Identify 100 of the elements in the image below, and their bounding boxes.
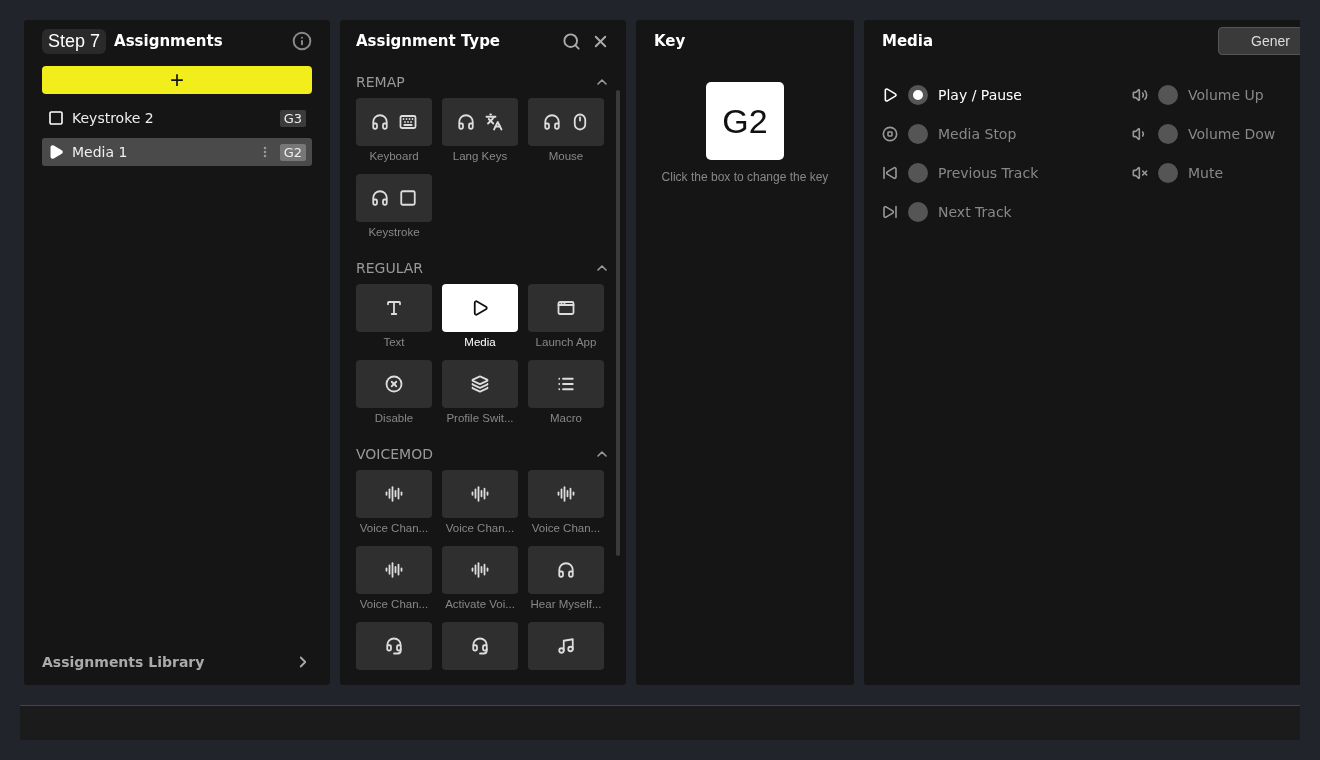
library-link[interactable]: Assignments Library bbox=[42, 654, 205, 671]
text-icon bbox=[385, 299, 403, 317]
type-tile[interactable] bbox=[442, 98, 518, 146]
option-label: Volume Dow bbox=[1188, 126, 1276, 142]
keyboard-icon bbox=[399, 113, 417, 131]
type-tile[interactable] bbox=[356, 470, 432, 518]
headphones-icon bbox=[371, 113, 389, 131]
type-tile[interactable] bbox=[442, 360, 518, 408]
section-title: REGULAR bbox=[356, 260, 424, 276]
square-icon bbox=[399, 189, 417, 207]
type-tile[interactable] bbox=[356, 98, 432, 146]
audio-lines-icon bbox=[471, 561, 489, 579]
panel-title: Assignment Type bbox=[356, 32, 501, 50]
type-tile[interactable] bbox=[442, 284, 518, 332]
step-badge: Step 7 bbox=[42, 28, 107, 54]
translate-icon bbox=[485, 113, 503, 131]
info-icon bbox=[292, 31, 312, 51]
type-tile[interactable] bbox=[356, 360, 432, 408]
tile-label: Profile Swit... bbox=[446, 412, 514, 426]
headphones-icon bbox=[543, 113, 561, 131]
assignment-label: Keystroke 2 bbox=[72, 110, 155, 126]
volume-up-icon bbox=[1132, 87, 1148, 103]
tile-label: Activate Voi... bbox=[445, 598, 515, 612]
key-box[interactable]: G2 bbox=[706, 82, 784, 160]
square-icon bbox=[48, 110, 64, 126]
panel-title: Key bbox=[654, 32, 686, 50]
key-tag: G3 bbox=[279, 109, 306, 127]
type-tile[interactable] bbox=[442, 470, 518, 518]
radio-button[interactable] bbox=[908, 163, 928, 183]
tile-label: Mouse bbox=[548, 150, 584, 164]
tile-label: Keystroke bbox=[368, 226, 420, 240]
audio-lines-icon bbox=[557, 485, 575, 503]
type-tile[interactable] bbox=[442, 546, 518, 594]
type-tile[interactable] bbox=[528, 622, 604, 670]
type-tile[interactable] bbox=[528, 360, 604, 408]
music-icon bbox=[557, 637, 575, 655]
add-button[interactable]: + bbox=[42, 66, 312, 94]
tile-label: Voice Chan... bbox=[531, 522, 601, 536]
headset-icon bbox=[471, 637, 489, 655]
audio-lines-icon bbox=[471, 485, 489, 503]
search-icon bbox=[562, 31, 581, 51]
headset-icon bbox=[385, 637, 403, 655]
option-label: Previous Track bbox=[938, 165, 1039, 181]
radio-button[interactable] bbox=[1158, 163, 1178, 183]
section-title: VOICEMOD bbox=[356, 446, 433, 462]
headphones-icon bbox=[557, 561, 575, 579]
audio-lines-icon bbox=[385, 561, 403, 579]
type-tile[interactable] bbox=[528, 284, 604, 332]
play-icon bbox=[471, 299, 489, 317]
previous-track-icon bbox=[882, 165, 898, 181]
assignment-item[interactable]: Media 1 G2 bbox=[42, 138, 312, 166]
stop-icon bbox=[882, 126, 898, 142]
play-icon bbox=[882, 87, 898, 103]
option-label: Volume Up bbox=[1188, 87, 1264, 103]
tile-label: Voice Chan... bbox=[445, 522, 515, 536]
type-tile[interactable] bbox=[528, 98, 604, 146]
tile-label: Keyboard bbox=[369, 150, 419, 164]
play-icon bbox=[48, 144, 64, 160]
radio-button[interactable] bbox=[908, 85, 928, 105]
type-tile[interactable] bbox=[356, 546, 432, 594]
key-hint: Click the box to change the key bbox=[661, 170, 829, 184]
tile-label: Macro bbox=[550, 412, 582, 426]
headphones-icon bbox=[457, 113, 475, 131]
type-tile[interactable] bbox=[356, 174, 432, 222]
type-tile[interactable] bbox=[356, 622, 432, 670]
mouse-icon bbox=[571, 113, 589, 131]
type-tile[interactable] bbox=[442, 622, 518, 670]
section-title: REMAP bbox=[356, 74, 405, 90]
tile-label: Text bbox=[383, 336, 405, 350]
option-label: Mute bbox=[1188, 165, 1224, 181]
tile-label: Launch App bbox=[535, 336, 597, 350]
tile-label: Media bbox=[464, 336, 496, 350]
option-label: Media Stop bbox=[938, 126, 1017, 142]
generic-button[interactable]: Gener bbox=[1218, 27, 1300, 55]
radio-button[interactable] bbox=[1158, 85, 1178, 105]
type-tile[interactable] bbox=[528, 470, 604, 518]
radio-button[interactable] bbox=[908, 124, 928, 144]
radio-button[interactable] bbox=[908, 202, 928, 222]
option-label: Next Track bbox=[938, 204, 1012, 220]
tile-label: Disable bbox=[374, 412, 414, 426]
disable-icon bbox=[385, 375, 403, 393]
type-tile[interactable] bbox=[356, 284, 432, 332]
tile-label: Voice Chan... bbox=[359, 522, 429, 536]
assignment-label: Media 1 bbox=[72, 144, 129, 160]
type-tile[interactable] bbox=[528, 546, 604, 594]
key-tag: G2 bbox=[279, 143, 306, 161]
next-track-icon bbox=[882, 204, 898, 220]
app-window-icon bbox=[557, 299, 575, 317]
panel-title: Media bbox=[882, 32, 934, 50]
mute-icon bbox=[1132, 165, 1148, 181]
audio-lines-icon bbox=[385, 485, 403, 503]
option-label: Play / Pause bbox=[938, 87, 1022, 103]
assignment-item[interactable]: Keystroke 2 G3 bbox=[42, 104, 312, 132]
radio-button[interactable] bbox=[1158, 124, 1178, 144]
headphones-icon bbox=[371, 189, 389, 207]
tile-label: Lang Keys bbox=[452, 150, 508, 164]
layers-icon bbox=[471, 375, 489, 393]
tile-label: Voice Chan... bbox=[359, 598, 429, 612]
list-icon bbox=[557, 375, 575, 393]
tile-label: Hear Myself... bbox=[530, 598, 602, 612]
